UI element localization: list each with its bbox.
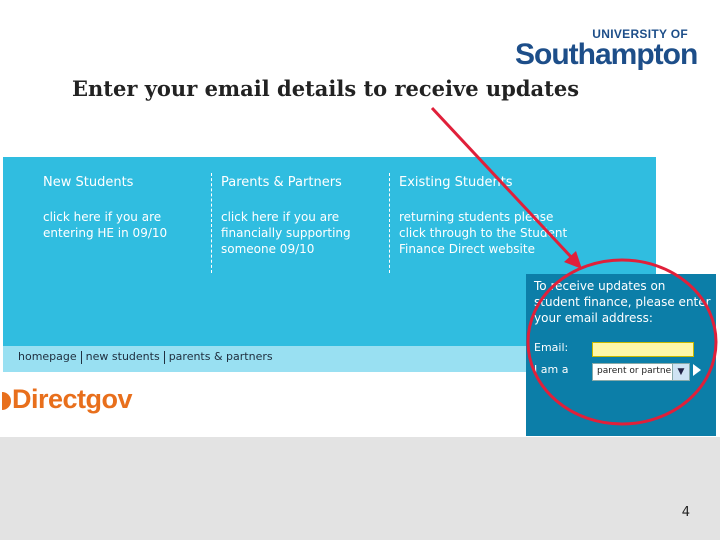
- directgov-logo[interactable]: Directgov: [2, 384, 133, 415]
- signup-prompt: To receive updates on student finance, p…: [534, 279, 711, 325]
- slide-number: 4: [681, 505, 690, 520]
- column-divider: [211, 173, 212, 273]
- nav-link-homepage[interactable]: homepage: [18, 350, 77, 363]
- role-select[interactable]: parent or partne ▼: [592, 363, 690, 381]
- column-text[interactable]: click here if you are entering HE in 09/…: [43, 209, 203, 241]
- column-title[interactable]: New Students: [43, 175, 133, 190]
- column-text[interactable]: click here if you are financially suppor…: [221, 209, 381, 257]
- play-arrow-icon[interactable]: [693, 364, 701, 376]
- role-select-value: parent or partne: [597, 366, 671, 376]
- logo-line-2: Southampton: [515, 38, 698, 71]
- nav-link-parents-partners[interactable]: parents & partners: [169, 350, 273, 363]
- column-divider: [389, 173, 390, 273]
- role-label: I am a: [534, 363, 569, 376]
- university-logo: UNIVERSITY OF Southampton: [515, 28, 698, 71]
- page-title: Enter your email details to receive upda…: [72, 76, 580, 101]
- nav-link-new-students[interactable]: new students: [86, 350, 160, 363]
- footer-band: [0, 437, 720, 540]
- chevron-down-icon[interactable]: ▼: [672, 364, 689, 380]
- email-label: Email:: [534, 341, 569, 354]
- column-title[interactable]: Parents & Partners: [221, 175, 342, 190]
- nav-links: homepage new students parents & partners: [18, 350, 273, 364]
- directgov-mark-icon: [2, 392, 11, 410]
- nav-divider: [80, 350, 82, 364]
- email-signup-box: To receive updates on student finance, p…: [526, 274, 716, 436]
- column-title[interactable]: Existing Students: [399, 175, 513, 190]
- email-input[interactable]: [592, 342, 694, 357]
- column-text[interactable]: returning students please click through …: [399, 209, 569, 257]
- nav-divider: [163, 350, 165, 364]
- directgov-wordmark: Directgov: [12, 384, 133, 414]
